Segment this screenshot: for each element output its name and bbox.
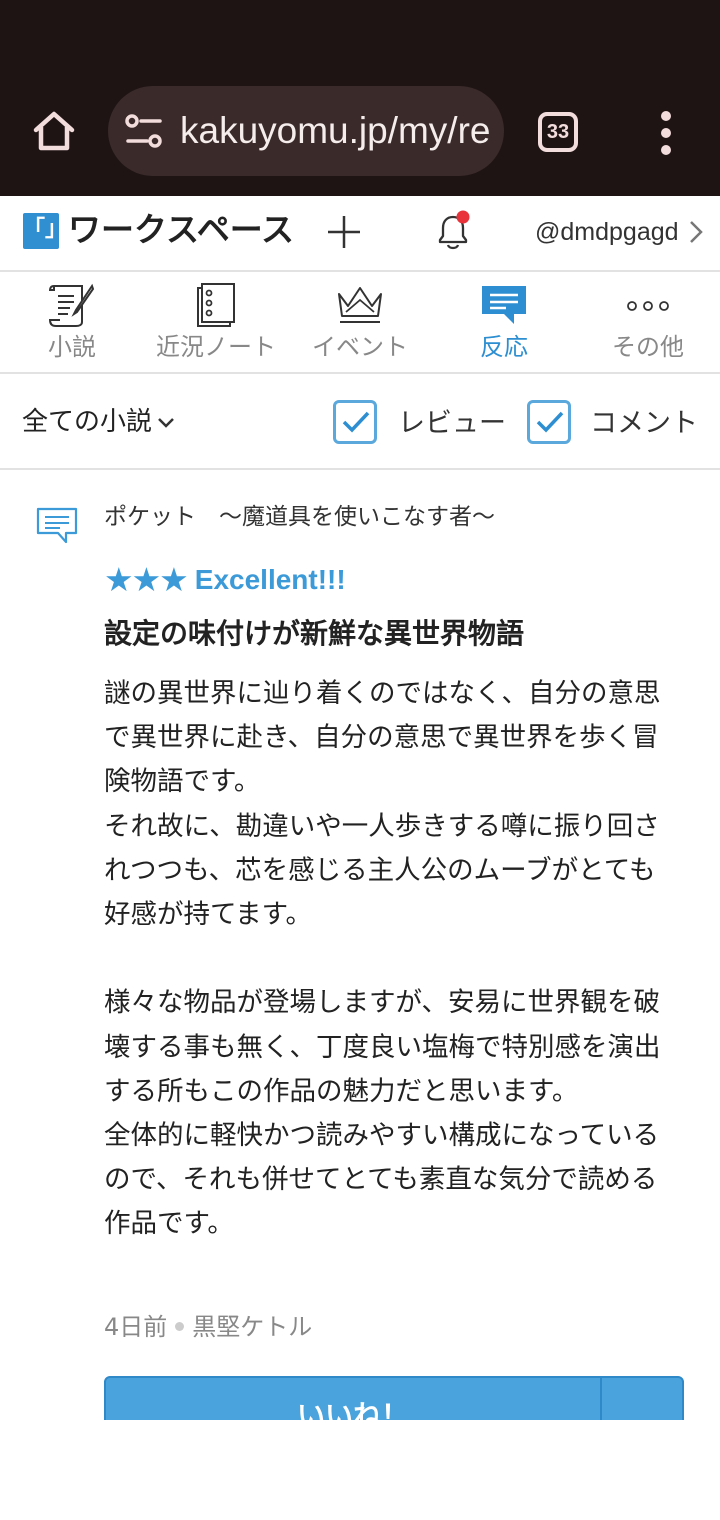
url-text[interactable]: kakuyomu.jp/my/re (180, 108, 492, 154)
review-title[interactable]: 設定の味付けが新鮮な異世界物語 (104, 614, 524, 654)
rating-label: Excellent!!! (194, 564, 346, 595)
tab-switcher-button[interactable]: 33 (538, 112, 578, 152)
novel-filter-dropdown[interactable]: 全ての小説 (22, 404, 176, 440)
section-tabs: 小説 近況ノート イベント 反応 その他 (0, 272, 720, 374)
more-dots-icon (627, 301, 669, 311)
crown-icon (338, 287, 382, 323)
notebook-icon (197, 283, 235, 327)
comment-checkbox-label[interactable]: コメント (590, 406, 698, 442)
review-novel-title[interactable]: ポケット ～魔道具を使いこなす者～ (104, 500, 495, 534)
checkmark-icon (536, 411, 564, 433)
checkmark-icon (342, 411, 370, 433)
review-checkbox[interactable] (333, 400, 377, 444)
browser-toolbar: kakuyomu.jp/my/re 33 (0, 0, 720, 196)
chevron-right-icon[interactable] (688, 220, 704, 244)
tab-novels[interactable]: 小説 (22, 272, 122, 372)
site-settings-icon[interactable] (124, 112, 164, 150)
tab-label: 近況ノート (156, 333, 276, 361)
scroll-quill-icon (48, 283, 95, 327)
comment-checkbox[interactable] (527, 400, 571, 444)
review-meta: 4日前 黒堅ケトル (104, 1310, 312, 1344)
tab-label: イベント (312, 333, 408, 361)
novel-filter-value: 全ての小説 (22, 407, 153, 437)
home-icon[interactable] (30, 106, 78, 154)
tab-activity-notes[interactable]: 近況ノート (154, 272, 278, 372)
page-title[interactable]: ワークスペース (68, 208, 294, 252)
rating-stars: ★★★ (104, 560, 189, 599)
review-time: 4日前 (104, 1313, 168, 1341)
filter-bar: 全ての小説 レビュー コメント (0, 374, 720, 470)
tab-events[interactable]: イベント (304, 272, 416, 372)
bell-icon[interactable] (432, 210, 474, 254)
like-button[interactable]: いいね！ (104, 1376, 684, 1420)
address-bar[interactable]: kakuyomu.jp/my/re (108, 86, 504, 176)
review-checkbox-label[interactable]: レビュー (398, 406, 506, 442)
app-header: 「」 ワークスペース @dmdpgagd (0, 196, 720, 272)
separator-dot (175, 1321, 185, 1331)
like-button-label: いいね！ (296, 1399, 409, 1420)
notification-dot (456, 210, 470, 224)
tab-more[interactable]: その他 (598, 272, 698, 372)
review-item: ポケット ～魔道具を使いこなす者～ ★★★ Excellent!!! 設定の味付け… (0, 470, 720, 1420)
tab-label: 反応 (480, 333, 528, 361)
chevron-down-icon (158, 417, 174, 428)
user-handle[interactable]: @dmdpgagd (535, 214, 679, 250)
kakuyomu-logo[interactable]: 「」 (23, 213, 67, 249)
tab-label: その他 (612, 333, 684, 361)
review-bubble-icon (36, 507, 78, 544)
review-body: 謎の異世界に辿り着くのではなく、自分の意思で異世界に赴き、自分の意思で異世界を歩… (104, 678, 661, 1240)
button-divider (600, 1378, 602, 1420)
plus-icon[interactable] (326, 214, 362, 250)
speech-bubble-icon (482, 286, 526, 324)
review-author[interactable]: 黒堅ケトル (192, 1313, 312, 1341)
tab-reactions[interactable]: 反応 (454, 272, 554, 372)
tab-label: 小説 (48, 333, 96, 361)
overflow-menu-icon[interactable] (654, 110, 678, 156)
review-rating: ★★★ Excellent!!! (104, 560, 346, 600)
